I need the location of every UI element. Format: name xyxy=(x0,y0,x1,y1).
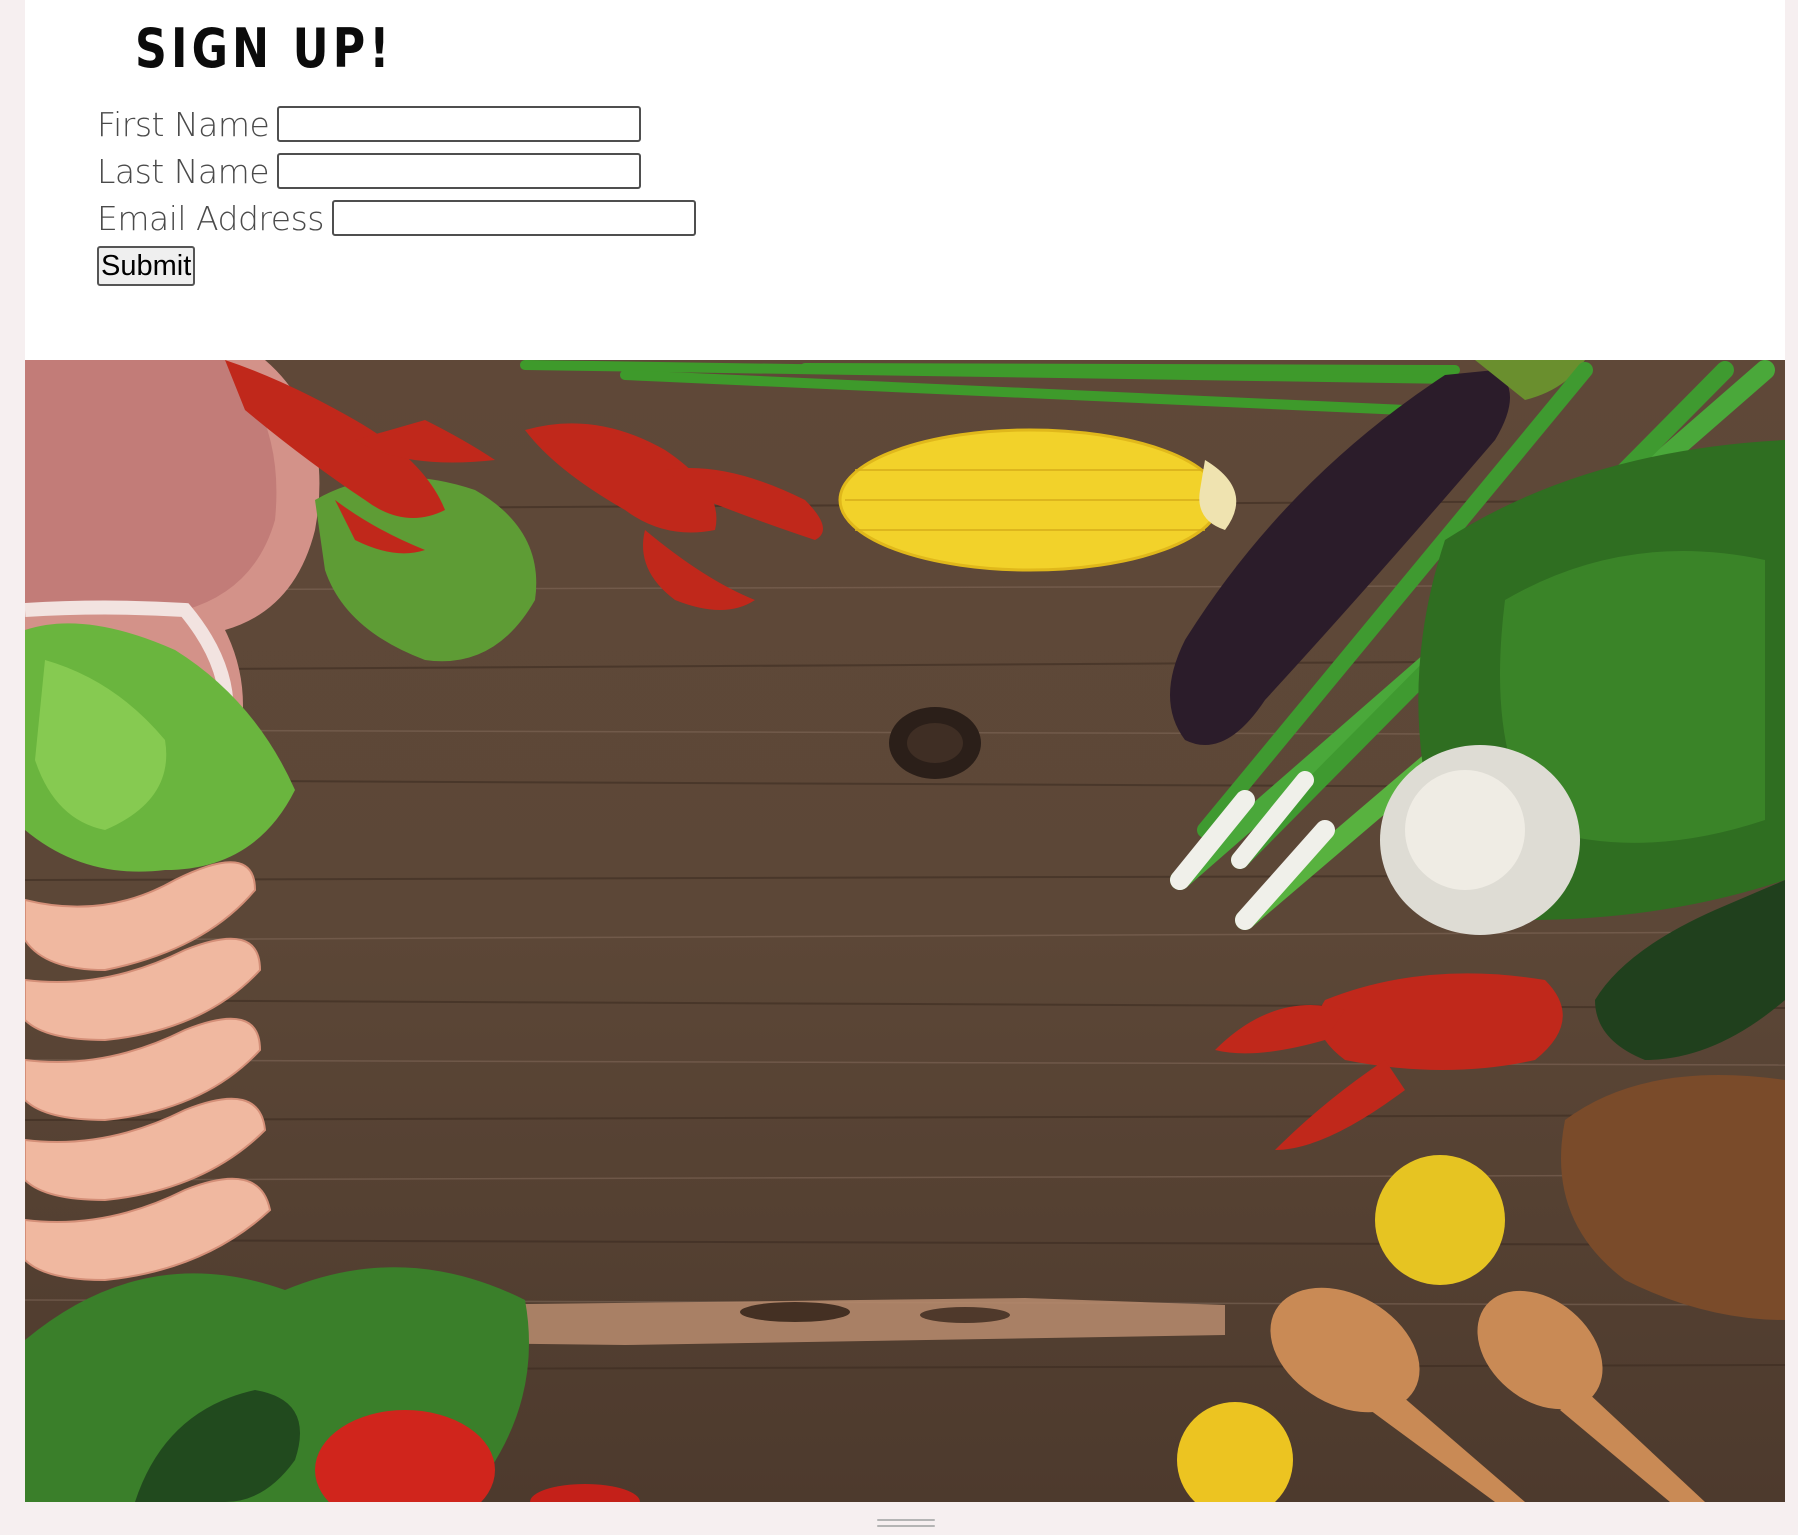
last-name-row: Last Name xyxy=(97,149,642,193)
last-name-input[interactable] xyxy=(277,153,642,189)
signup-title: SIGN UP! xyxy=(135,17,394,80)
drag-handle-icon[interactable] xyxy=(877,1519,935,1529)
email-row: Email Address xyxy=(97,196,696,240)
email-label: Email Address xyxy=(97,198,324,238)
submit-button[interactable]: Submit xyxy=(97,246,196,286)
lemon xyxy=(1375,1155,1505,1285)
first-name-label: First Name xyxy=(97,104,270,144)
food-ingredients-image xyxy=(25,360,1785,1502)
email-input[interactable] xyxy=(331,200,696,236)
first-name-row: First Name xyxy=(97,102,642,146)
page-panel: SIGN UP! First Name Last Name Email Addr… xyxy=(25,0,1785,1502)
first-name-input[interactable] xyxy=(277,106,642,142)
signup-form: SIGN UP! First Name Last Name Email Addr… xyxy=(97,0,857,330)
last-name-label: Last Name xyxy=(97,151,270,191)
